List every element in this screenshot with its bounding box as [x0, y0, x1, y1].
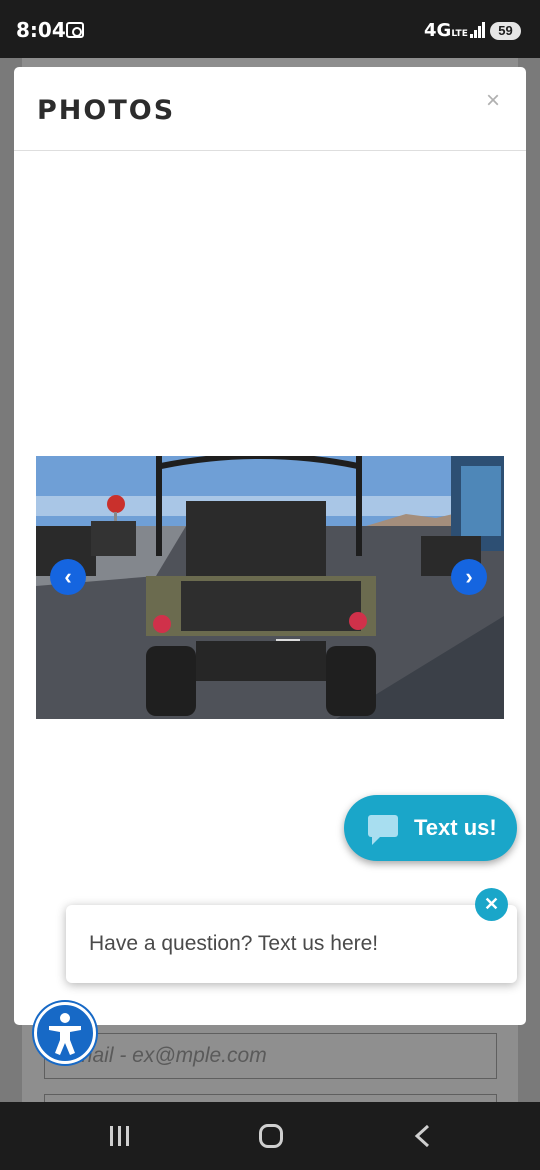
modal-title: PHOTOS [37, 95, 176, 126]
network-subtype: LTE [451, 29, 468, 39]
vehicle-photo [36, 456, 504, 719]
home-icon[interactable] [259, 1124, 283, 1148]
recent-apps-icon[interactable] [108, 1126, 132, 1146]
chat-bubble-icon [368, 815, 398, 845]
screenshot-icon [66, 22, 84, 38]
battery-indicator: 59 [490, 22, 521, 40]
chat-prompt-popup[interactable]: Have a question? Text us here! [66, 905, 517, 983]
network-type: 4G [424, 20, 452, 41]
system-nav-bar [0, 1102, 540, 1170]
back-icon[interactable] [412, 1124, 436, 1148]
next-photo-button[interactable]: › [451, 559, 487, 595]
previous-photo-button[interactable]: ‹ [50, 559, 86, 595]
text-us-label: Text us! [414, 815, 497, 840]
close-icon[interactable]: ✕ [475, 888, 508, 921]
text-us-button[interactable]: Text us! [344, 795, 517, 861]
accessibility-icon [49, 1013, 81, 1055]
signal-icon [470, 22, 486, 38]
status-bar: 8:04 4GLTE 59 [0, 0, 540, 58]
email-field[interactable]: Email - ex@mple.com [44, 1033, 497, 1079]
close-icon[interactable]: × [486, 87, 500, 115]
modal-header: PHOTOS × [14, 67, 526, 151]
photos-modal: PHOTOS × [14, 67, 526, 1025]
network-indicator: 4GLTE [424, 20, 468, 41]
status-time: 8:04 [16, 18, 66, 42]
accessibility-button[interactable] [34, 1002, 96, 1064]
chat-prompt-text: Have a question? Text us here! [89, 932, 379, 955]
